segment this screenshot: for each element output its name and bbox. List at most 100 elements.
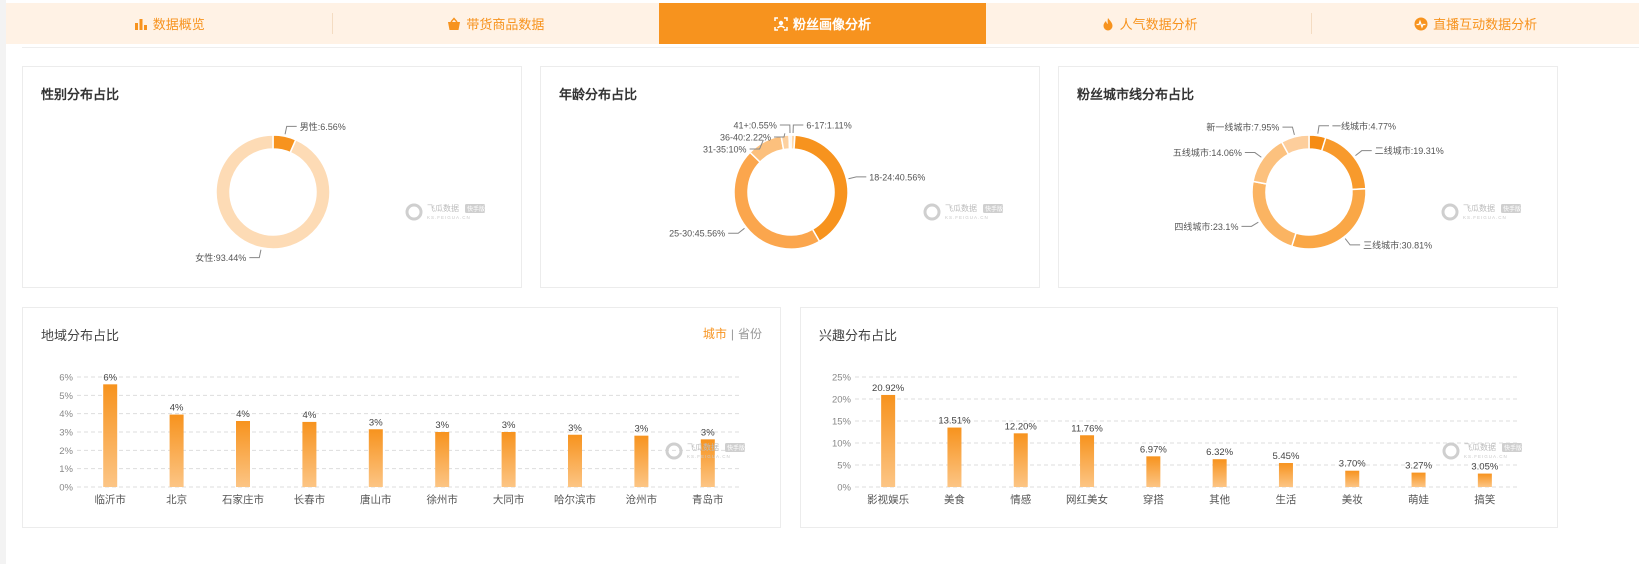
bar[interactable] bbox=[302, 421, 317, 487]
bar-chart-icon bbox=[134, 17, 148, 31]
fire-icon bbox=[1101, 17, 1115, 31]
bar[interactable] bbox=[1146, 456, 1161, 487]
bar-data-label: 4% bbox=[236, 409, 250, 420]
y-tick-label: 0% bbox=[837, 483, 851, 494]
x-tick-label: 唐山市 bbox=[360, 493, 392, 506]
left-edge bbox=[0, 0, 6, 564]
bar-data-label: 11.76% bbox=[1071, 423, 1103, 434]
donut-slice[interactable] bbox=[793, 134, 849, 243]
watermark-logo-icon bbox=[1442, 442, 1460, 460]
y-tick-label: 3% bbox=[59, 428, 73, 439]
y-tick-label: 25% bbox=[832, 373, 852, 384]
watermark-brand: 飞瓜数据 bbox=[1463, 203, 1495, 213]
x-tick-label: 穿搭 bbox=[1143, 493, 1165, 506]
watermark-brand: 飞瓜数据 bbox=[1464, 442, 1496, 452]
x-tick-label: 北京 bbox=[166, 493, 187, 506]
watermark-logo-icon bbox=[665, 442, 683, 460]
tab-fan-profile[interactable]: 粉丝画像分析 bbox=[659, 3, 986, 44]
gender-donut-chart: 男性:6.56% 女性:93.44% 飞瓜数据 快手版 KS.FEIGUA.CN bbox=[195, 121, 485, 263]
city-tier-donut-chart: 一线城市:4.77% 二线城市:19.31% 三线城市:30.81% 四线城市:23.… bbox=[1173, 120, 1521, 250]
bar[interactable] bbox=[881, 394, 896, 487]
donut-slice[interactable] bbox=[788, 134, 792, 150]
bar[interactable] bbox=[634, 435, 649, 487]
bar-data-label: 3% bbox=[435, 420, 449, 431]
x-tick-label: 长春市 bbox=[294, 493, 326, 506]
leader-line bbox=[1355, 150, 1372, 157]
bar[interactable] bbox=[368, 429, 383, 487]
pulse-icon bbox=[1414, 17, 1428, 31]
bar-data-label: 3.27% bbox=[1405, 461, 1432, 472]
watermark-logo-icon bbox=[1441, 203, 1459, 221]
bar[interactable] bbox=[1080, 435, 1095, 487]
bar-data-label: 6.97% bbox=[1140, 444, 1167, 455]
x-tick-label: 萌娃 bbox=[1408, 493, 1429, 506]
age-donut-chart: 6-17:1.11% 18-24:40.56% 25-30:45.56% 31-35:… bbox=[669, 121, 1003, 250]
gender-card: 性别分布占比 男性:6.56% 女性:93.44% 飞瓜数据 快手版 KS.FEI… bbox=[22, 66, 522, 288]
bar[interactable] bbox=[1345, 470, 1360, 487]
slice-label: 新一线城市:7.95% bbox=[1206, 122, 1279, 133]
x-tick-label: 哈尔滨市 bbox=[554, 493, 596, 506]
x-tick-label: 搞笑 bbox=[1474, 493, 1495, 506]
donut-slice[interactable] bbox=[1290, 187, 1367, 250]
bar-data-label: 3.70% bbox=[1339, 459, 1366, 470]
donut-slice[interactable] bbox=[215, 134, 331, 250]
tab-popularity[interactable]: 人气数据分析 bbox=[986, 3, 1313, 44]
bar[interactable] bbox=[236, 421, 250, 487]
bar[interactable] bbox=[435, 432, 450, 487]
bar[interactable] bbox=[1278, 463, 1293, 487]
leader-line bbox=[1241, 221, 1259, 227]
bar-data-label: 3.05% bbox=[1471, 462, 1498, 473]
x-tick-label: 其他 bbox=[1209, 493, 1230, 506]
bar-data-label: 4% bbox=[303, 410, 317, 421]
donut-slice[interactable] bbox=[1251, 180, 1297, 248]
bar[interactable] bbox=[1212, 459, 1227, 487]
x-tick-label: 青岛市 bbox=[692, 493, 724, 506]
slice-label: 三线城市:30.81% bbox=[1363, 239, 1432, 250]
x-tick-label: 生活 bbox=[1275, 493, 1297, 506]
basket-icon bbox=[447, 16, 461, 31]
bar[interactable] bbox=[1411, 472, 1426, 487]
tab-products[interactable]: 带货商品数据 bbox=[333, 3, 660, 44]
watermark: 飞瓜数据 快手版 KS.FEIGUA.CN bbox=[405, 203, 485, 221]
x-tick-label: 网红美女 bbox=[1066, 493, 1108, 506]
slice-label: 四线城市:23.1% bbox=[1174, 221, 1238, 232]
tab-label: 带货商品数据 bbox=[466, 17, 545, 32]
bar[interactable] bbox=[501, 432, 516, 487]
watermark-logo-icon bbox=[923, 203, 941, 221]
donut-slice[interactable] bbox=[733, 151, 821, 250]
bar-data-label: 4% bbox=[170, 403, 184, 414]
slice-label: 41+:0.55% bbox=[734, 121, 777, 131]
y-tick-label: 6% bbox=[59, 373, 73, 384]
bar[interactable] bbox=[568, 434, 582, 487]
bar[interactable] bbox=[947, 427, 962, 487]
tab-live-interaction[interactable]: 直播互动数据分析 bbox=[1312, 3, 1639, 44]
slice-label: 二线城市:19.31% bbox=[1375, 145, 1444, 156]
interest-card: 兴趣分布占比 0% 5% 10% 15% 20% 25% 20.92% 影视娱乐 13.51% 美… bbox=[800, 307, 1558, 528]
bar-data-label: 6.32% bbox=[1206, 447, 1233, 458]
bar[interactable] bbox=[103, 384, 118, 487]
bar-data-label: 12.20% bbox=[1005, 421, 1038, 432]
y-tick-label: 5% bbox=[59, 391, 73, 402]
slice-label: 36-40:2.22% bbox=[720, 133, 771, 143]
leader-line bbox=[728, 227, 745, 234]
y-tick-label: 5% bbox=[837, 461, 851, 472]
leader-line bbox=[284, 125, 297, 135]
x-tick-label: 大同市 bbox=[493, 493, 525, 506]
bar[interactable] bbox=[1013, 433, 1028, 487]
y-tick-label: 20% bbox=[832, 395, 852, 406]
tab-bar: 数据概览 带货商品数据 粉丝画像分析 人气数据分析 直播互动数据分析 bbox=[6, 3, 1639, 44]
donut-slice[interactable] bbox=[1320, 136, 1367, 191]
tab-label: 人气数据分析 bbox=[1119, 17, 1198, 32]
watermark-url: KS.FEIGUA.CN bbox=[1464, 454, 1508, 459]
tab-overview[interactable]: 数据概览 bbox=[6, 3, 333, 44]
interest-bar-chart: 0% 5% 10% 15% 20% 25% 20.92% 影视娱乐 13.51% 美食 12.20%… bbox=[832, 373, 1522, 507]
bar-data-label: 3% bbox=[369, 417, 383, 428]
bar[interactable] bbox=[169, 414, 184, 487]
x-tick-label: 美妆 bbox=[1342, 493, 1364, 506]
donut-slice[interactable] bbox=[1252, 140, 1290, 185]
bar[interactable] bbox=[1477, 473, 1492, 487]
divider bbox=[22, 47, 1639, 48]
y-tick-label: 2% bbox=[59, 446, 73, 457]
watermark-brand: 飞瓜数据 bbox=[687, 442, 719, 452]
watermark-badge: 快手版 bbox=[985, 205, 1003, 213]
